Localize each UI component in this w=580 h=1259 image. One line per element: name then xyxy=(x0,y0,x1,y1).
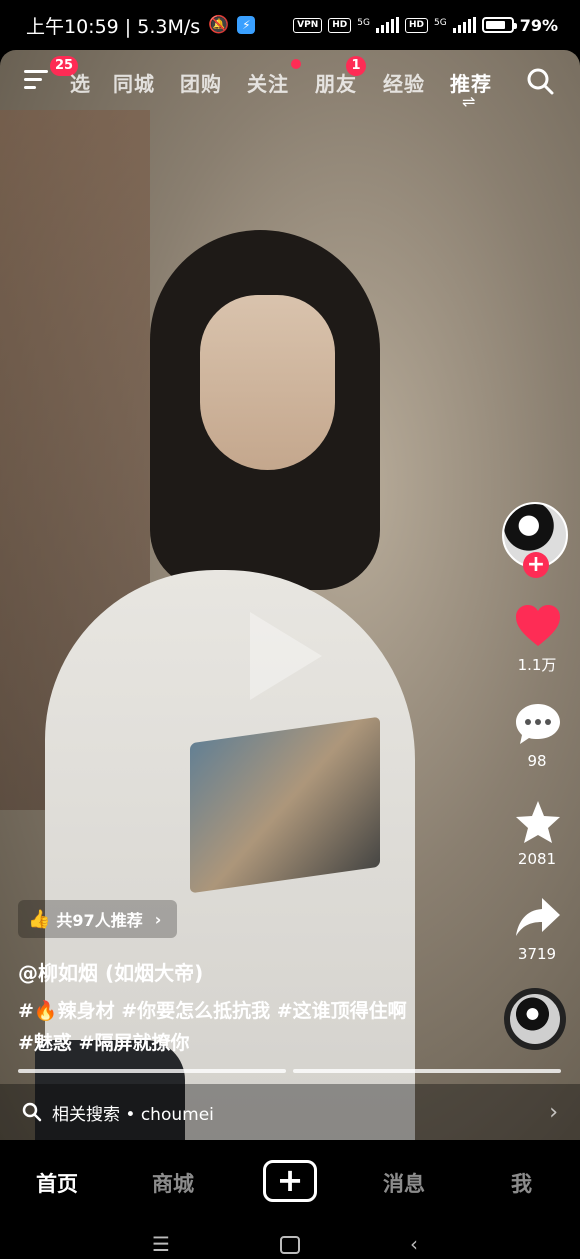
search-icon xyxy=(22,1102,42,1122)
related-search-text: 相关搜索 • choumei xyxy=(52,1104,214,1125)
recommend-pill[interactable]: 👍 共97人推荐 › xyxy=(18,900,178,938)
signal-icon-2 xyxy=(452,17,476,33)
following-dot xyxy=(291,59,301,69)
status-time: 上午10:59 | 5.3M/s xyxy=(26,15,201,38)
recommend-count: 共97人推荐 xyxy=(56,911,143,930)
play-icon[interactable] xyxy=(250,612,322,700)
description-line-2[interactable]: #魅惑 #隔屏就撩你 xyxy=(18,1027,468,1059)
tab-featured[interactable]: 选 xyxy=(70,68,91,97)
related-search-bar[interactable]: 相关搜索 • choumei › xyxy=(0,1084,580,1140)
tab-mall[interactable]: 商城 xyxy=(152,1168,194,1198)
star-icon[interactable] xyxy=(514,799,562,845)
status-right: VPN HD 5G HD 5G 79% xyxy=(293,16,558,35)
chevron-right-icon: › xyxy=(549,1099,558,1125)
thumbs-up-icon: 👍 xyxy=(28,908,51,930)
home-icon[interactable] xyxy=(280,1236,300,1254)
like-count: 1.1万 xyxy=(517,656,557,674)
tab-nearby[interactable]: 同城 xyxy=(113,68,155,97)
comment-count: 98 xyxy=(527,752,547,770)
video-shirt-print xyxy=(190,716,380,894)
description-line-1[interactable]: #🔥辣身材 #你要怎么抵抗我 #这谁顶得住啊 xyxy=(18,995,468,1027)
network-type-1: 5G xyxy=(357,17,370,28)
video-subject-face xyxy=(200,295,335,470)
network-type-2: 5G xyxy=(434,17,447,28)
tab-me[interactable]: 我 xyxy=(511,1168,532,1198)
signal-icon-1 xyxy=(375,17,399,33)
heart-icon[interactable] xyxy=(514,604,562,648)
battery-icon xyxy=(481,17,517,33)
follow-plus-icon[interactable]: + xyxy=(523,552,549,578)
hd-indicator-2: HD xyxy=(404,17,428,33)
favorite-count: 2081 xyxy=(517,850,557,868)
bell-off-icon: 🔕 xyxy=(208,15,230,35)
comment-icon[interactable] xyxy=(514,702,562,746)
tab-experience[interactable]: 经验 xyxy=(383,68,425,97)
tab-groupbuy[interactable]: 团购 xyxy=(180,68,222,97)
search-icon[interactable] xyxy=(526,67,554,95)
status-bar: 上午10:59 | 5.3M/s 🔕 ⚡ VPN HD 5G HD 5G 79% xyxy=(0,0,580,50)
battery-level xyxy=(485,21,505,29)
bottom-tab-bar: 首页 商城 + 消息 我 xyxy=(0,1140,580,1224)
system-nav-bar: ☰ ‹ xyxy=(0,1224,580,1259)
swap-icon[interactable]: ⇌ xyxy=(462,92,475,111)
create-button[interactable]: + xyxy=(263,1160,317,1202)
battery-percent: 79% xyxy=(519,15,558,35)
progress-segment-1[interactable] xyxy=(18,1069,286,1073)
app-notification-icon: ⚡ xyxy=(237,16,256,34)
status-left: 上午10:59 | 5.3M/s 🔕 ⚡ xyxy=(26,12,256,39)
share-count: 3719 xyxy=(517,945,557,963)
back-icon[interactable]: ‹ xyxy=(410,1232,418,1256)
music-disc[interactable] xyxy=(504,988,566,1050)
progress-segment-2[interactable] xyxy=(293,1069,561,1073)
hd-indicator-1: HD xyxy=(328,17,352,33)
tab-home[interactable]: 首页 xyxy=(36,1168,78,1198)
video-description: #🔥辣身材 #你要怎么抵抗我 #这谁顶得住啊 #魅惑 #隔屏就撩你 xyxy=(18,995,468,1059)
chevron-right-icon: › xyxy=(154,909,162,929)
vpn-indicator: VPN xyxy=(293,17,323,33)
share-icon[interactable] xyxy=(514,896,562,938)
tab-following[interactable]: 关注 xyxy=(247,68,289,97)
friends-badge: 1 xyxy=(346,56,366,76)
menu-icon[interactable] xyxy=(24,70,48,90)
author-name[interactable]: @柳如烟 (如烟大帝) xyxy=(18,957,203,986)
recent-apps-icon[interactable]: ☰ xyxy=(152,1232,170,1256)
tab-messages[interactable]: 消息 xyxy=(383,1168,425,1198)
